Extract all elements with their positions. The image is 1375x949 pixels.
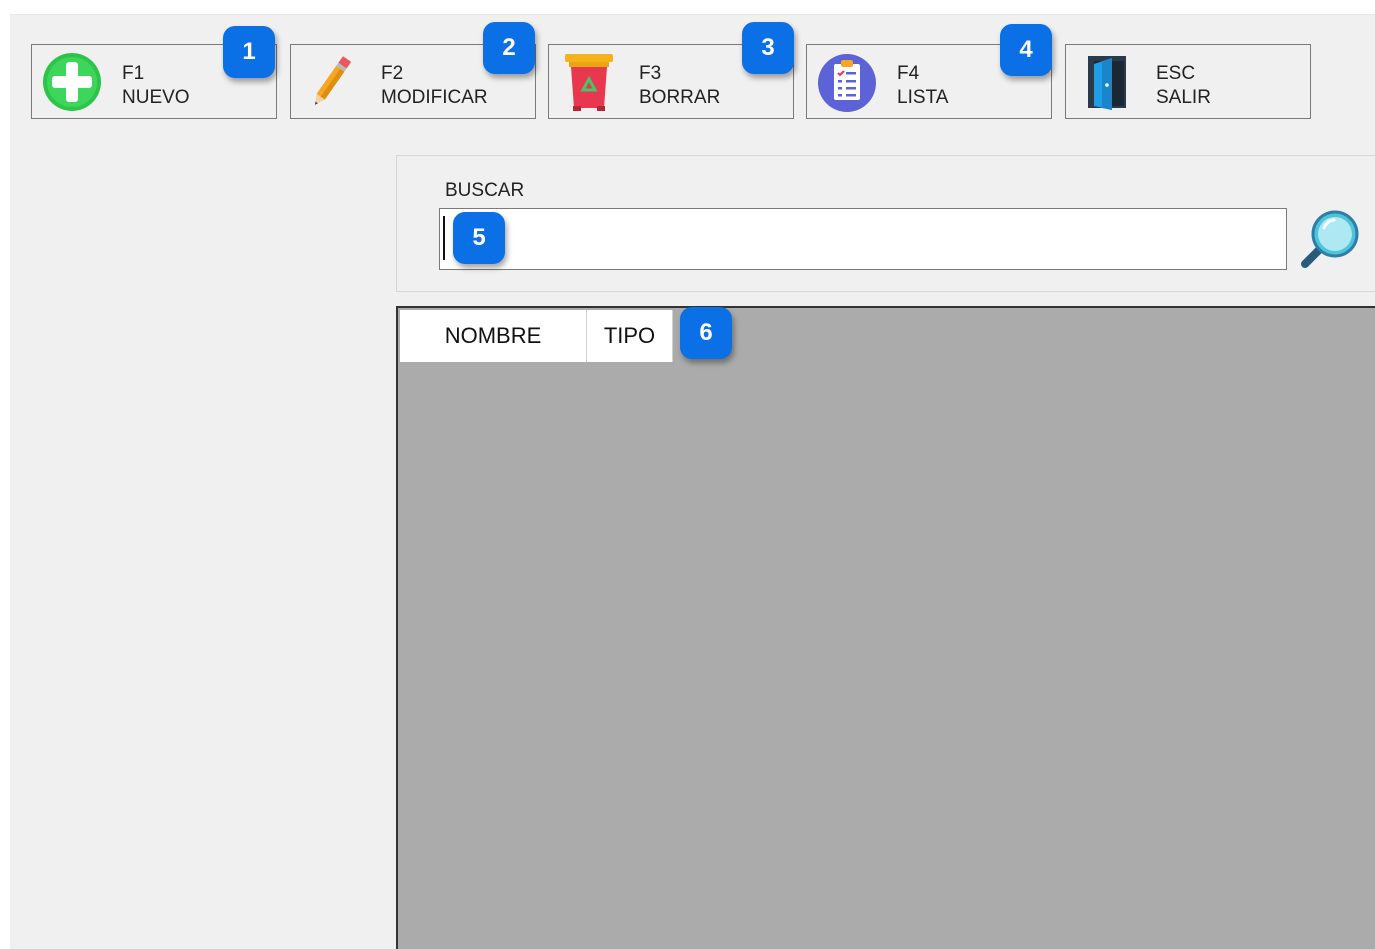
annotation-badge-1: 1 (223, 26, 275, 78)
grid-header: NOMBRE TIPO (400, 310, 673, 362)
annotation-badge-3: 3 (742, 22, 794, 74)
search-input[interactable] (439, 208, 1287, 270)
modify-button-key: F2 (381, 63, 404, 84)
new-button-key: F1 (122, 63, 145, 84)
column-header-nombre[interactable]: NOMBRE (400, 310, 587, 362)
search-panel: BUSCAR (396, 155, 1375, 292)
door-exit-icon (1088, 56, 1126, 110)
list-button-label: F4 LISTA (897, 62, 948, 110)
column-header-tipo[interactable]: TIPO (587, 310, 673, 362)
list-button-key: F4 (897, 63, 920, 84)
new-button-text: NUEVO (122, 87, 190, 108)
exit-button[interactable]: ESC SALIR (1065, 44, 1311, 119)
text-caret (443, 216, 445, 260)
annotation-badge-4: 4 (1000, 24, 1052, 76)
exit-button-text: SALIR (1156, 87, 1211, 108)
search-label: BUSCAR (445, 180, 525, 201)
data-grid: NOMBRE TIPO (396, 306, 1375, 949)
annotation-badge-6: 6 (680, 307, 732, 359)
delete-button-text: BORRAR (639, 87, 721, 108)
exit-button-key: ESC (1156, 63, 1196, 84)
list-button-text: LISTA (897, 87, 949, 108)
annotation-badge-2: 2 (483, 22, 535, 74)
new-button-label: F1 NUEVO (122, 62, 190, 110)
delete-button-key: F3 (639, 63, 662, 84)
exit-button-label: ESC SALIR (1156, 62, 1211, 110)
modify-button-label: F2 MODIFICAR (381, 62, 488, 110)
search-icon[interactable] (1297, 206, 1363, 272)
add-circle-icon (43, 53, 101, 111)
annotation-badge-5: 5 (453, 212, 505, 264)
trash-bin-icon (565, 54, 613, 111)
delete-button-label: F3 BORRAR (639, 62, 720, 110)
clipboard-list-icon (818, 54, 876, 112)
modify-button-text: MODIFICAR (381, 87, 488, 108)
pencil-icon (314, 56, 352, 105)
top-strip (0, 0, 1375, 14)
